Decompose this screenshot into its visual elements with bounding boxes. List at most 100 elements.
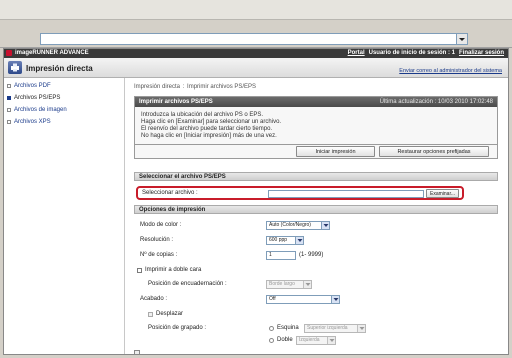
options-section-header: Opciones de impresión: [134, 205, 498, 214]
panel-buttons: Iniciar impresión Restaurar opciones pre…: [296, 146, 489, 157]
sidebar-item-xps[interactable]: Archivos XPS: [4, 116, 124, 128]
file-select-row: Seleccionar archivo : Examinar...: [136, 186, 464, 200]
sidebar-item-label: Archivos XPS: [14, 119, 51, 125]
chevron-down-icon: [321, 221, 329, 229]
staple-double-row: Doble Izquierda: [134, 335, 498, 345]
color-mode-select[interactable]: Auto (Color/Negro): [266, 220, 330, 230]
binding-value: Borde largo: [269, 281, 295, 287]
staple-double-option: Doble: [269, 337, 293, 343]
sidebar: Archivos PDF Archivos PS/EPS Archivos de…: [4, 78, 125, 354]
staple-double-label: Doble: [277, 337, 293, 343]
file-section-header: Seleccionar el archivo PS/EPS: [134, 172, 498, 181]
color-mode-row: Modo de color : Auto (Color/Negro): [134, 220, 498, 230]
sidebar-item-image[interactable]: Archivos de imagen: [4, 104, 124, 116]
brand: imageRUNNER ADVANCE: [6, 50, 89, 56]
bullet-icon: [7, 84, 11, 88]
file-path-input[interactable]: [268, 190, 424, 198]
portal-link[interactable]: Portal: [348, 50, 365, 56]
breadcrumb-root[interactable]: Impresión directa: [134, 84, 180, 90]
staple-double-radio[interactable]: [269, 337, 274, 343]
chevron-down-icon: [331, 295, 339, 303]
browser-chrome: [0, 0, 512, 48]
email-admin-link[interactable]: Enviar correo al administrador del siste…: [399, 68, 502, 74]
sidebar-item-pdf[interactable]: Archivos PDF: [4, 80, 124, 92]
file-section-title: Seleccionar el archivo PS/EPS: [139, 173, 226, 180]
canon-logo-icon: [6, 50, 12, 56]
finishing-select[interactable]: Off: [266, 294, 340, 304]
staple-corner-radio[interactable]: [269, 325, 274, 331]
copies-label: Nº de copias :: [140, 252, 178, 258]
color-mode-value: Auto (Color/Negro): [269, 222, 311, 228]
offset-row: Desplazar: [134, 309, 498, 319]
copies-range: (1- 9999): [299, 252, 324, 258]
bullet-icon: [7, 108, 11, 112]
finishing-label: Acabado :: [140, 296, 168, 302]
staple-corner-label: Esquina: [277, 325, 299, 331]
sidebar-item-ps-eps[interactable]: Archivos PS/EPS: [4, 92, 124, 104]
staple-double-value: Izquierda: [299, 337, 320, 343]
binding-row: Posición de encuadernación : Borde largo: [134, 279, 498, 289]
logout-link[interactable]: Finalizar sesión: [459, 50, 504, 56]
direct-print-icon: [8, 61, 22, 74]
resolution-select[interactable]: 600 ppp: [266, 235, 304, 245]
finishing-value: Off: [269, 296, 276, 302]
options-section-title: Opciones de impresión: [139, 206, 206, 213]
file-select-label: Seleccionar archivo :: [142, 190, 198, 196]
offset-option: Desplazar: [148, 311, 183, 317]
chevron-down-icon: [327, 336, 335, 344]
address-bar[interactable]: [40, 33, 468, 45]
instructions: Introduzca la ubicación del archivo PS o…: [135, 107, 497, 145]
sidebar-item-label: Archivos PDF: [14, 83, 51, 89]
instruction-line: Haga clic en [Examinar] para seleccionar…: [141, 119, 282, 125]
binding-select[interactable]: Borde largo: [266, 279, 312, 289]
staple-corner-value: Superior izquierda: [307, 325, 348, 331]
finishing-row: Acabado : Off: [134, 294, 498, 304]
staple-label: Posición de grapado :: [148, 325, 207, 331]
offset-checkbox[interactable]: [148, 311, 153, 317]
top-bar: imageRUNNER ADVANCE Portal Usuario de in…: [4, 49, 508, 58]
chevron-down-icon: [295, 236, 303, 244]
breadcrumb-current: Imprimir archivos PS/EPS: [187, 84, 257, 90]
breadcrumb: Impresión directa : Imprimir archivos PS…: [134, 84, 256, 90]
instruction-line: No haga clic en [Iniciar impresión] más …: [141, 133, 277, 139]
copies-row: Nº de copias : 1 (1- 9999): [134, 250, 498, 260]
browse-button[interactable]: Examinar...: [426, 189, 459, 198]
app-window: imageRUNNER ADVANCE Portal Usuario de in…: [3, 48, 509, 355]
duplex-checkbox[interactable]: [137, 267, 142, 273]
bullet-icon: [7, 120, 11, 124]
sidebar-item-label: Archivos de imagen: [14, 107, 67, 113]
breadcrumb-separator: :: [182, 84, 185, 90]
copies-input[interactable]: 1: [266, 250, 296, 260]
last-updated: Última actualización : 10/03 2010 17:02:…: [379, 99, 493, 105]
binding-label: Posición de encuadernación :: [148, 281, 227, 287]
panel-header: Imprimir archivos PS/EPS Última actualiz…: [135, 97, 497, 107]
panel-title: Imprimir archivos PS/EPS: [139, 99, 213, 105]
scroll-button-icon[interactable]: [134, 350, 140, 354]
chevron-down-icon: [357, 324, 365, 332]
resolution-row: Resolución : 600 ppp: [134, 235, 498, 245]
staple-double-select[interactable]: Izquierda: [296, 335, 336, 345]
duplex-option: Imprimir a doble cara: [137, 267, 201, 273]
brand-name: imageRUNNER ADVANCE: [15, 50, 89, 56]
browser-toolbar: [0, 0, 512, 20]
duplex-row: Imprimir a doble cara: [134, 265, 498, 275]
instruction-panel: Imprimir archivos PS/EPS Última actualiz…: [134, 96, 498, 145]
color-mode-label: Modo de color :: [140, 222, 182, 228]
start-print-button[interactable]: Iniciar impresión: [296, 146, 375, 157]
resolution-label: Resolución :: [140, 237, 174, 243]
main-content: Impresión directa : Imprimir archivos PS…: [126, 78, 508, 354]
sidebar-item-label: Archivos PS/EPS: [14, 95, 61, 101]
resolution-value: 600 ppp: [269, 237, 288, 243]
top-bar-links: Portal Usuario de inicio de sesión : 1 F…: [348, 50, 504, 56]
page-header: Impresión directa Enviar correo al admin…: [4, 58, 508, 78]
page-title: Impresión directa: [26, 64, 93, 73]
offset-label: Desplazar: [156, 311, 184, 317]
bullet-icon: [7, 96, 11, 100]
staple-row: Posición de grapado : Esquina Superior i…: [134, 323, 498, 333]
staple-corner-select[interactable]: Superior izquierda: [304, 323, 366, 333]
login-user: Usuario de inicio de sesión : 1: [368, 50, 455, 56]
address-dropdown-icon[interactable]: [456, 34, 467, 44]
chevron-down-icon: [303, 280, 311, 288]
restore-defaults-button[interactable]: Restaurar opciones prefijadas: [379, 146, 489, 157]
panel-button-bar: Iniciar impresión Restaurar opciones pre…: [134, 145, 498, 159]
